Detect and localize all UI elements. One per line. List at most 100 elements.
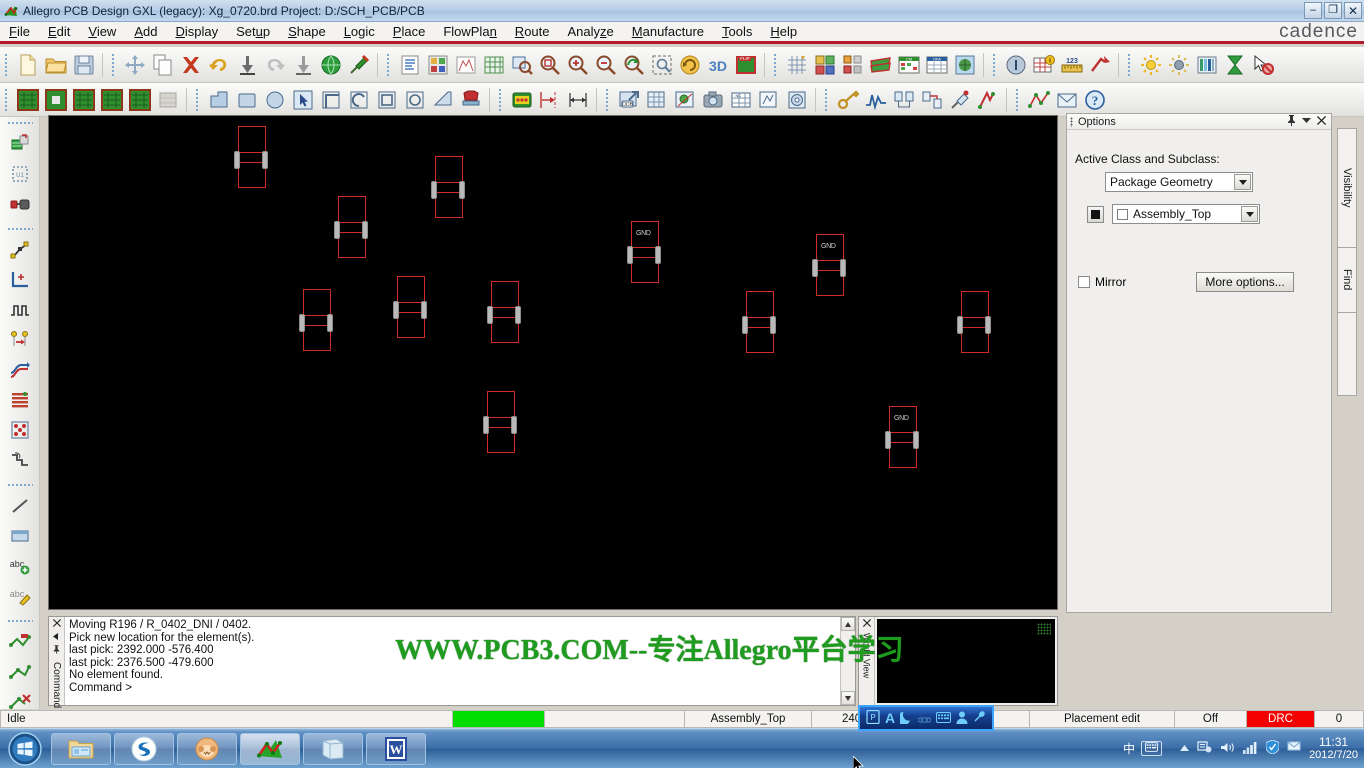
toolbar-grip[interactable] — [110, 52, 118, 78]
console-close-icon[interactable] — [53, 619, 61, 629]
pin-icon[interactable] — [345, 51, 373, 79]
panel-grip-icon[interactable] — [1070, 117, 1074, 127]
place-manual-icon[interactable] — [5, 129, 35, 159]
zoom-in-icon[interactable] — [508, 51, 536, 79]
component-pad-top[interactable] — [397, 276, 425, 303]
open-file-icon[interactable] — [42, 51, 70, 79]
menu-display[interactable]: Display — [166, 22, 227, 41]
scroll-down-icon[interactable] — [841, 691, 855, 705]
copy-icon[interactable] — [149, 51, 177, 79]
toolbar-grip[interactable] — [1014, 87, 1022, 113]
component-lead-right[interactable] — [327, 314, 333, 332]
component-pad-top[interactable] — [487, 391, 515, 418]
component-pad-top[interactable] — [238, 126, 266, 153]
component-lead-left[interactable] — [812, 259, 818, 277]
layer-stack-icon[interactable] — [5, 385, 35, 415]
down-arrow-icon[interactable] — [233, 51, 261, 79]
swap-icon[interactable] — [5, 189, 35, 219]
signal-icon[interactable] — [918, 86, 946, 114]
menu-add[interactable]: Add — [125, 22, 166, 41]
zoom-in-box-icon[interactable] — [480, 51, 508, 79]
menu-edit[interactable]: Edit — [39, 22, 79, 41]
add-rect-icon[interactable] — [233, 86, 261, 114]
console-collapse-icon[interactable] — [53, 632, 60, 642]
calc-icon[interactable] — [1025, 86, 1053, 114]
add-connect-icon[interactable] — [5, 235, 35, 265]
tab-find[interactable]: Find — [1337, 247, 1357, 313]
toolbar-grip[interactable] — [7, 483, 33, 490]
waveform-icon[interactable] — [890, 86, 918, 114]
menu-manufacture[interactable]: Manufacture — [623, 22, 713, 41]
drawing-icon[interactable] — [783, 86, 811, 114]
component-pad-top[interactable] — [961, 291, 989, 318]
more-options-button[interactable]: More options... — [1196, 272, 1293, 292]
component-lead-left[interactable] — [299, 314, 305, 332]
dfa-icon[interactable] — [867, 51, 895, 79]
net-logic-icon[interactable]: CM — [895, 51, 923, 79]
toolbar-grip[interactable] — [1126, 52, 1134, 78]
pcb-component[interactable] — [487, 281, 521, 343]
component-lead-right[interactable] — [459, 181, 465, 199]
net-globe-icon[interactable] — [317, 51, 345, 79]
menu-place[interactable]: Place — [384, 22, 435, 41]
action-center-icon[interactable] — [1197, 740, 1212, 757]
net-edit-icon[interactable] — [5, 627, 35, 657]
ime-logo-icon[interactable]: P — [866, 710, 880, 726]
toolbar-grip[interactable] — [3, 52, 11, 78]
xnet-icon[interactable] — [946, 86, 974, 114]
zoom-previous-icon[interactable] — [564, 51, 592, 79]
component-lead-left[interactable] — [393, 301, 399, 319]
edit-text-icon[interactable]: abc — [5, 581, 35, 611]
pcb-component[interactable] — [334, 196, 368, 258]
grid-toggle-icon[interactable]: 3D — [704, 51, 732, 79]
odb-export-icon[interactable] — [643, 86, 671, 114]
key-icon[interactable] — [862, 86, 890, 114]
windows-start-icon[interactable] — [2, 732, 48, 766]
component-lead-right[interactable] — [985, 316, 991, 334]
component-lead-left[interactable] — [234, 151, 240, 169]
display-disabled-icon[interactable] — [154, 86, 182, 114]
component-lead-right[interactable] — [362, 221, 368, 239]
flag-icon[interactable] — [1287, 741, 1301, 757]
maximize-button[interactable]: ❐ — [1324, 2, 1342, 19]
display-pcb1-icon[interactable] — [14, 86, 42, 114]
component-lead-left[interactable] — [885, 431, 891, 449]
save-icon[interactable] — [70, 51, 98, 79]
keyboard-icon[interactable] — [936, 712, 951, 725]
component-pad-top[interactable] — [338, 196, 366, 223]
table-warn-icon[interactable] — [951, 51, 979, 79]
pcb-component[interactable] — [393, 276, 427, 338]
world-view-close-icon[interactable] — [863, 619, 871, 629]
menu-setup[interactable]: Setup — [227, 22, 279, 41]
redo-icon[interactable] — [261, 51, 289, 79]
pcb-component[interactable] — [957, 291, 991, 353]
pin-icon[interactable] — [1287, 115, 1296, 129]
light-on-icon[interactable]: 123 — [1058, 51, 1086, 79]
network-signal-icon[interactable] — [1243, 741, 1258, 757]
measure-icon[interactable] — [1002, 51, 1030, 79]
report-icon[interactable] — [396, 51, 424, 79]
pcb-component[interactable]: GND — [885, 406, 919, 468]
toolbar-grip[interactable] — [194, 87, 202, 113]
component-lead-right[interactable] — [840, 259, 846, 277]
dim-linear-icon[interactable]: ODB — [615, 86, 643, 114]
zoom-out-icon[interactable] — [536, 51, 564, 79]
pin-pair-icon[interactable] — [5, 325, 35, 355]
shape-merge-icon[interactable] — [457, 86, 485, 114]
pcb-component[interactable] — [742, 291, 776, 353]
taskbar-item-notepad[interactable] — [303, 733, 363, 765]
component-pad-top[interactable] — [435, 156, 463, 183]
shape-circle-icon[interactable] — [373, 86, 401, 114]
pcb-component[interactable] — [483, 391, 517, 453]
volume-icon[interactable] — [1220, 741, 1235, 757]
mirror-checkbox[interactable] — [1078, 276, 1090, 288]
component-pad-top[interactable] — [303, 289, 331, 316]
delay-tune-icon[interactable] — [5, 295, 35, 325]
mail-icon[interactable]: ? — [1081, 86, 1109, 114]
constraint-manager-icon[interactable] — [839, 51, 867, 79]
hourglass-icon[interactable] — [1165, 51, 1193, 79]
show-hidden-icons-icon[interactable] — [1180, 743, 1189, 755]
chevron-down-icon[interactable] — [1234, 174, 1251, 190]
person-icon[interactable] — [956, 711, 968, 726]
subclass-color-swatch[interactable] — [1087, 206, 1104, 223]
